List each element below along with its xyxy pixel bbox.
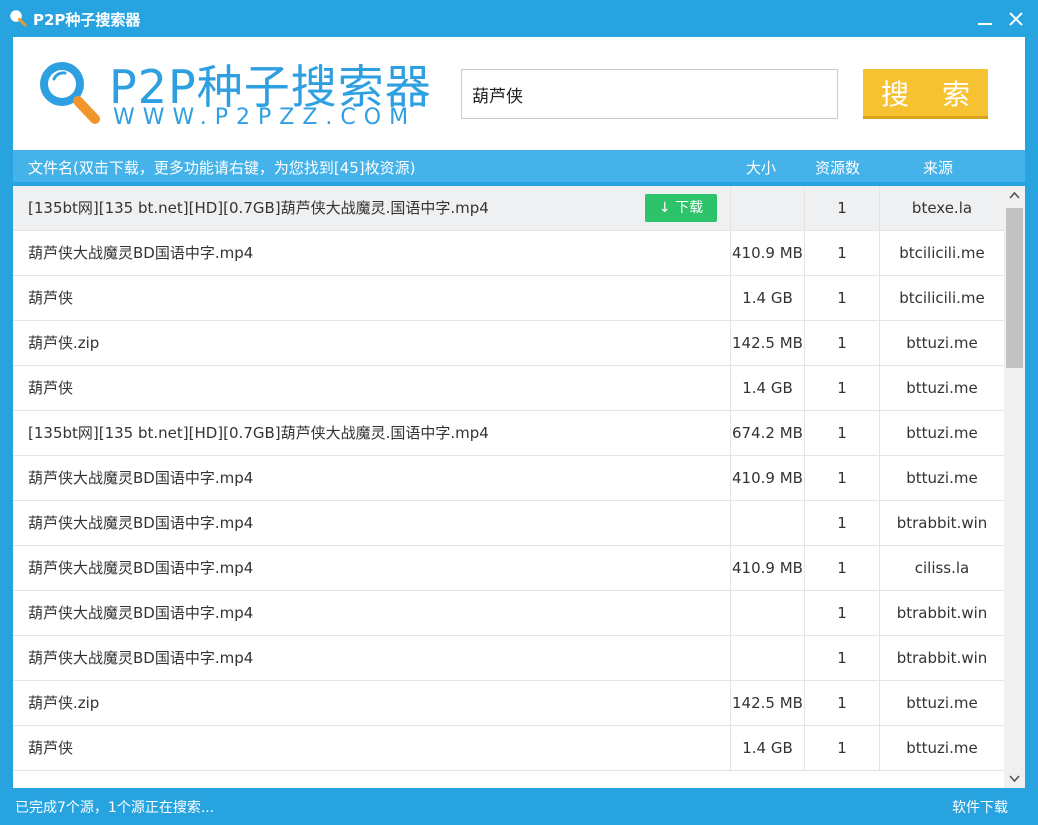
column-header-origin[interactable]: 来源 bbox=[923, 157, 953, 178]
scrollbar-thumb[interactable] bbox=[1006, 208, 1023, 368]
chevron-up-icon[interactable] bbox=[1004, 186, 1025, 206]
origin-site: bttuzi.me bbox=[906, 694, 978, 712]
origin-site: btrabbit.win bbox=[896, 514, 988, 532]
source-count: 1 bbox=[805, 591, 880, 636]
file-name: 葫芦侠大战魔灵BD国语中字.mp4 bbox=[28, 514, 254, 532]
source-count: 1 bbox=[805, 501, 880, 546]
file-size bbox=[730, 501, 805, 546]
software-download-link[interactable]: 软件下载 bbox=[952, 797, 1008, 817]
table-row[interactable]: 葫芦侠 1.4 GB 1 btcilicili.me bbox=[13, 276, 1004, 321]
column-header-size[interactable]: 大小 bbox=[746, 157, 776, 178]
file-size: 142.5 MB bbox=[730, 321, 805, 366]
search-input[interactable] bbox=[461, 69, 838, 119]
origin-site: btcilicili.me bbox=[899, 289, 985, 307]
table-row[interactable]: 葫芦侠 1.4 GB 1 bttuzi.me bbox=[13, 366, 1004, 411]
table-row[interactable]: 葫芦侠大战魔灵BD国语中字.mp4 1 btrabbit.win bbox=[13, 591, 1004, 636]
magnifier-icon bbox=[10, 10, 27, 27]
source-count: 1 bbox=[805, 681, 880, 726]
download-button[interactable]: ↓ 下载 bbox=[645, 194, 717, 222]
file-size bbox=[730, 636, 805, 681]
window-title: P2P种子搜索器 bbox=[33, 11, 141, 29]
source-count: 1 bbox=[805, 636, 880, 681]
origin-site: ciliss.la bbox=[914, 559, 970, 577]
table-row[interactable]: 葫芦侠大战魔灵BD国语中字.mp4 410.9 MB 1 ciliss.la bbox=[13, 546, 1004, 591]
origin-site: btcilicili.me bbox=[899, 244, 985, 262]
source-count: 1 bbox=[805, 231, 880, 276]
origin-site: bttuzi.me bbox=[906, 424, 978, 442]
source-count: 1 bbox=[805, 366, 880, 411]
status-bar: 已完成7个源，1个源正在搜索... 软件下载 bbox=[0, 788, 1038, 825]
file-name: 葫芦侠 bbox=[28, 379, 74, 397]
file-name: 葫芦侠大战魔灵BD国语中字.mp4 bbox=[28, 469, 254, 487]
origin-site: bttuzi.me bbox=[906, 739, 978, 757]
file-name: [135bt网][135 bt.net][HD][0.7GB]葫芦侠大战魔灵.国… bbox=[28, 199, 489, 217]
results-table: [135bt网][135 bt.net][HD][0.7GB]葫芦侠大战魔灵.国… bbox=[13, 186, 1025, 788]
header: P2P种子搜索器 WWW.P2PZZ.COM 搜 索 bbox=[13, 37, 1025, 150]
source-count: 1 bbox=[805, 411, 880, 456]
source-count: 1 bbox=[805, 546, 880, 591]
search-button[interactable]: 搜 索 bbox=[863, 69, 988, 119]
logo-magnifier-icon bbox=[40, 62, 100, 124]
results-list: [135bt网][135 bt.net][HD][0.7GB]葫芦侠大战魔灵.国… bbox=[13, 186, 1004, 771]
table-row[interactable]: 葫芦侠 1.4 GB 1 bttuzi.me bbox=[13, 726, 1004, 771]
file-size bbox=[730, 591, 805, 636]
file-name: 葫芦侠大战魔灵BD国语中字.mp4 bbox=[28, 559, 254, 577]
table-row[interactable]: 葫芦侠大战魔灵BD国语中字.mp4 410.9 MB 1 bttuzi.me bbox=[13, 456, 1004, 501]
column-header-name[interactable]: 文件名(双击下载，更多功能请右键，为您找到[45]枚资源) bbox=[28, 157, 416, 178]
table-row[interactable]: 葫芦侠.zip 142.5 MB 1 bttuzi.me bbox=[13, 681, 1004, 726]
logo-url: WWW.P2PZZ.COM bbox=[113, 105, 417, 130]
file-size: 1.4 GB bbox=[730, 726, 805, 771]
file-size bbox=[730, 186, 805, 231]
file-name: 葫芦侠 bbox=[28, 289, 74, 307]
file-name: 葫芦侠大战魔灵BD国语中字.mp4 bbox=[28, 244, 254, 262]
source-count: 1 bbox=[805, 456, 880, 501]
file-size: 1.4 GB bbox=[730, 276, 805, 321]
origin-site: btrabbit.win bbox=[896, 649, 988, 667]
status-text: 已完成7个源，1个源正在搜索... bbox=[15, 800, 215, 816]
file-name: 葫芦侠 bbox=[28, 739, 74, 757]
minimize-icon[interactable] bbox=[972, 6, 998, 32]
file-size: 142.5 MB bbox=[730, 681, 805, 726]
source-count: 1 bbox=[805, 726, 880, 771]
table-row[interactable]: [135bt网][135 bt.net][HD][0.7GB]葫芦侠大战魔灵.国… bbox=[13, 411, 1004, 456]
title-bar: P2P种子搜索器 bbox=[0, 0, 1038, 37]
close-icon[interactable] bbox=[1003, 6, 1029, 32]
file-name: [135bt网][135 bt.net][HD][0.7GB]葫芦侠大战魔灵.国… bbox=[28, 424, 489, 442]
origin-site: bttuzi.me bbox=[906, 334, 978, 352]
origin-site: bttuzi.me bbox=[906, 469, 978, 487]
origin-site: btexe.la bbox=[911, 199, 973, 217]
table-row[interactable]: 葫芦侠大战魔灵BD国语中字.mp4 1 btrabbit.win bbox=[13, 636, 1004, 681]
table-row[interactable]: 葫芦侠大战魔灵BD国语中字.mp4 410.9 MB 1 btcilicili.… bbox=[13, 231, 1004, 276]
file-name: 葫芦侠.zip bbox=[28, 334, 100, 352]
source-count: 1 bbox=[805, 276, 880, 321]
origin-site: btrabbit.win bbox=[896, 604, 988, 622]
vertical-scrollbar[interactable] bbox=[1004, 186, 1025, 788]
source-count: 1 bbox=[805, 186, 880, 231]
source-count: 1 bbox=[805, 321, 880, 366]
table-header: 文件名(双击下载，更多功能请右键，为您找到[45]枚资源) 大小 资源数 来源 bbox=[13, 150, 1025, 182]
column-header-sources[interactable]: 资源数 bbox=[815, 157, 860, 178]
table-row[interactable]: [135bt网][135 bt.net][HD][0.7GB]葫芦侠大战魔灵.国… bbox=[13, 186, 1004, 231]
file-size: 1.4 GB bbox=[730, 366, 805, 411]
file-size: 410.9 MB bbox=[730, 456, 805, 501]
origin-site: bttuzi.me bbox=[906, 379, 978, 397]
file-size: 410.9 MB bbox=[730, 546, 805, 591]
table-row[interactable]: 葫芦侠.zip 142.5 MB 1 bttuzi.me bbox=[13, 321, 1004, 366]
file-name: 葫芦侠大战魔灵BD国语中字.mp4 bbox=[28, 649, 254, 667]
file-name: 葫芦侠大战魔灵BD国语中字.mp4 bbox=[28, 604, 254, 622]
table-row[interactable]: 葫芦侠大战魔灵BD国语中字.mp4 1 btrabbit.win bbox=[13, 501, 1004, 546]
file-name: 葫芦侠.zip bbox=[28, 694, 100, 712]
file-size: 674.2 MB bbox=[730, 411, 805, 456]
file-size: 410.9 MB bbox=[730, 231, 805, 276]
chevron-down-icon[interactable] bbox=[1004, 768, 1025, 788]
